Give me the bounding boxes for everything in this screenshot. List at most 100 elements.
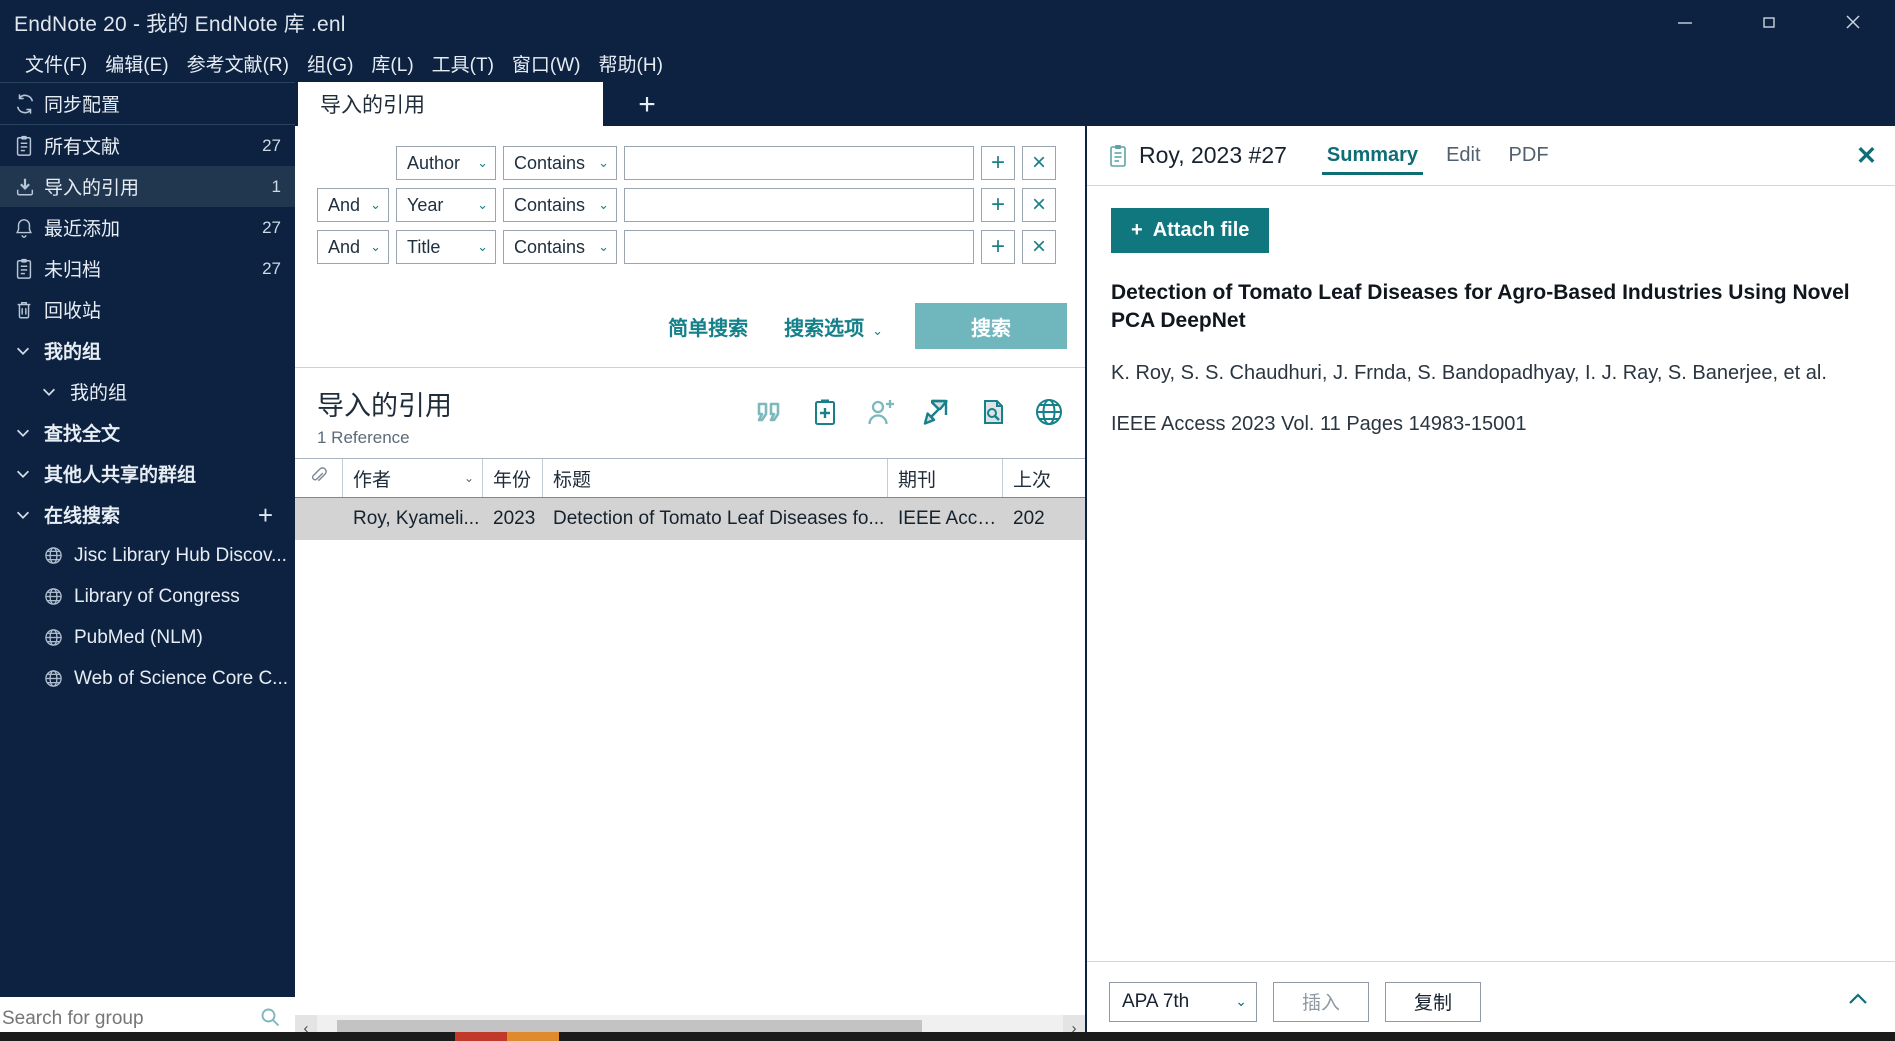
remove-search-row-button-2[interactable]: × [1022,188,1056,222]
menu-help[interactable]: 帮助(H) [590,47,672,80]
sidebar-item-jisc-library-hub[interactable]: Jisc Library Hub Discov... [0,535,295,576]
search-input[interactable] [0,1008,251,1030]
sidebar-label: 导入的引用 [44,178,140,199]
add-tab-button[interactable]: + [627,86,667,124]
cell-last-updated: 202 [1013,508,1045,529]
search-operator-value: Contains [514,194,586,215]
sidebar-item-imported-references[interactable]: 导入的引用 1 [0,166,295,207]
sidebar-item-pubmed[interactable]: PubMed (NLM) [0,617,295,658]
insert-button[interactable]: 插入 [1273,981,1369,1022]
search-bool-select-3[interactable]: And ⌄ [317,230,389,264]
menu-references[interactable]: 参考文献(R) [178,47,298,80]
sidebar-item-library-of-congress[interactable]: Library of Congress [0,576,295,617]
detail-panel-header: Roy, 2023 #27 Summary Edit PDF ✕ [1087,126,1895,186]
clipboard-icon [1107,144,1129,168]
close-button[interactable] [1811,0,1895,44]
restore-button[interactable] [1727,0,1811,44]
menu-edit[interactable]: 编辑(E) [96,47,177,80]
search-field-select-1[interactable]: Author ⌄ [396,146,496,180]
menu-groups[interactable]: 组(G) [298,47,362,80]
column-header-year[interactable]: 年份 [483,459,543,497]
sidebar-item-recently-added[interactable]: 最近添加 27 [0,207,295,248]
sidebar-group-my-groups-child[interactable]: 我的组 [0,371,295,412]
share-arrow-icon[interactable] [917,392,957,432]
column-header-last-updated[interactable]: 上次 [1003,459,1085,497]
search-operator-select-2[interactable]: Contains ⌄ [503,188,617,222]
sidebar-item-sync-config[interactable]: 同步配置 [0,83,295,124]
endnote-window: EndNote 20 - 我的 EndNote 库 .enl 文件(F) 编辑(… [0,0,1895,1041]
tab-pdf[interactable]: PDF [1495,135,1563,177]
sidebar-item-all-references[interactable]: 所有文献 27 [0,125,295,166]
add-person-icon[interactable] [861,392,901,432]
minimize-button[interactable] [1643,0,1727,44]
cell-year: 2023 [493,508,536,529]
cell-author: Roy, Kyameli... [353,508,480,529]
sidebar-group-my-groups[interactable]: 我的组 [0,330,295,371]
column-header-attachment[interactable] [295,459,343,497]
remove-search-row-button-1[interactable]: × [1022,146,1056,180]
search-row-2: And ⌄ Year ⌄ Contains ⌄ + × [317,188,1056,222]
column-header-journal[interactable]: 期刊 [888,459,1003,497]
globe-icon[interactable] [1029,392,1069,432]
search-options-button[interactable]: 搜索选项 ⌄ [766,312,901,341]
sidebar-item-trash[interactable]: 回收站 [0,289,295,330]
close-detail-panel-button[interactable]: ✕ [1844,141,1877,171]
remove-search-row-button-3[interactable]: × [1022,230,1056,264]
sidebar-group-online-search[interactable]: 在线搜索 + [0,494,295,535]
quote-icon[interactable] [749,392,789,432]
globe-icon [44,546,74,565]
search-field-select-2[interactable]: Year ⌄ [396,188,496,222]
sidebar-item-web-of-science[interactable]: Web of Science Core C... [0,658,295,699]
copy-button[interactable]: 复制 [1385,981,1481,1022]
column-label: 期刊 [898,469,937,491]
chevron-up-icon[interactable] [1845,989,1877,1015]
new-reference-icon[interactable] [805,392,845,432]
sidebar-group-shared-by-others[interactable]: 其他人共享的群组 [0,453,295,494]
search-field-select-3[interactable]: Title ⌄ [396,230,496,264]
table-row[interactable]: Roy, Kyameli... 2023 Detection of Tomato… [295,498,1085,540]
column-label: 作者 [353,469,392,491]
menu-tools[interactable]: 工具(T) [423,47,503,80]
reference-toolbar [749,392,1069,432]
add-online-source-button[interactable]: + [258,502,273,528]
attach-file-button[interactable]: + Attach file [1111,208,1270,253]
chevron-down-icon: ⌄ [598,239,609,254]
add-search-row-button-1[interactable]: + [981,146,1015,180]
reference-title: Detection of Tomato Leaf Diseases for Ag… [1111,281,1850,333]
add-search-row-button-2[interactable]: + [981,188,1015,222]
search-operator-select-3[interactable]: Contains ⌄ [503,230,617,264]
find-fulltext-icon[interactable] [973,392,1013,432]
detail-panel-footer: APA 7th ⌄ 插入 复制 [1087,961,1895,1041]
search-operator-select-1[interactable]: Contains ⌄ [503,146,617,180]
column-header-title[interactable]: 标题 [543,459,888,497]
search-text-input-2[interactable] [625,189,973,221]
globe-icon [44,587,74,606]
sidebar-label: PubMed (NLM) [74,626,203,648]
add-search-row-button-3[interactable]: + [981,230,1015,264]
sidebar-label: Jisc Library Hub Discov... [74,544,287,566]
search-button[interactable]: 搜索 [915,303,1067,349]
search-text-input-3[interactable] [625,231,973,263]
citation-style-select[interactable]: APA 7th ⌄ [1109,981,1257,1022]
search-options-label: 搜索选项 [784,317,865,340]
reference-table: 作者 ⌄ 年份 标题 期刊 上次 Roy, Kyameli... 2023 De… [295,458,1085,540]
column-header-author[interactable]: 作者 ⌄ [343,459,483,497]
tab-summary[interactable]: Summary [1313,135,1432,177]
search-text-input-1[interactable] [625,147,973,179]
sidebar-label: 同步配置 [44,95,121,116]
menu-file[interactable]: 文件(F) [16,47,96,80]
tab-imported-references[interactable]: 导入的引用 [298,82,603,126]
sidebar-group-find-fulltext[interactable]: 查找全文 [0,412,295,453]
window-controls [1643,0,1895,44]
menu-window[interactable]: 窗口(W) [503,47,590,80]
search-icon[interactable] [251,1006,295,1033]
search-text-field-1[interactable] [624,146,974,180]
chevron-down-icon: ⌄ [477,155,488,170]
search-bool-select-2[interactable]: And ⌄ [317,188,389,222]
menu-library[interactable]: 库(L) [362,47,422,80]
search-text-field-3[interactable] [624,230,974,264]
search-text-field-2[interactable] [624,188,974,222]
tab-edit[interactable]: Edit [1432,135,1494,177]
simple-search-button[interactable]: 简单搜索 [650,312,766,341]
sidebar-item-unfiled[interactable]: 未归档 27 [0,248,295,289]
